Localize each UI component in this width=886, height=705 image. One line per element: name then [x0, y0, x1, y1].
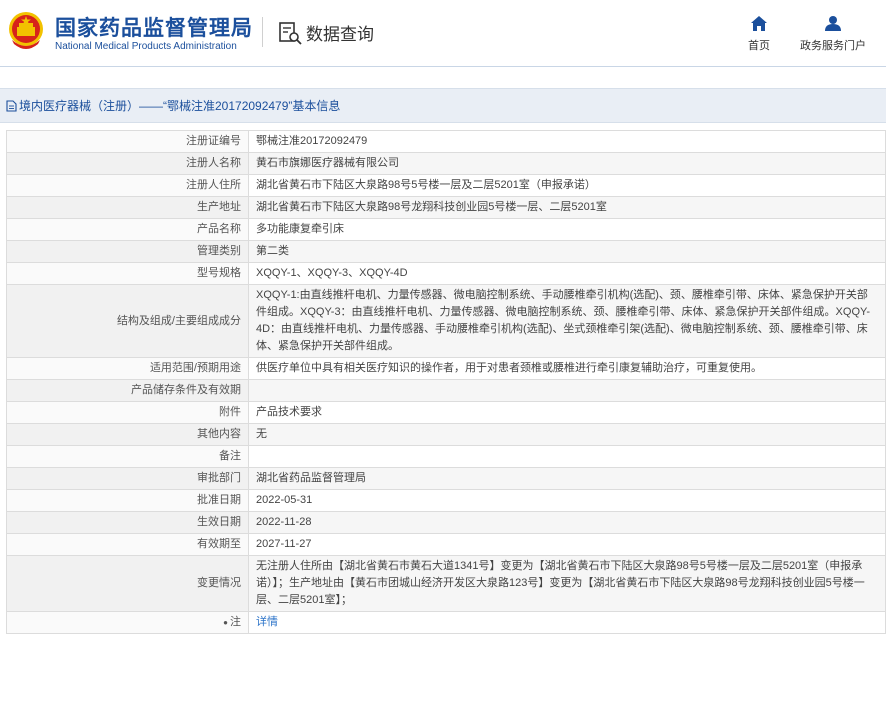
- field-value: 湖北省药品监督管理局: [248, 467, 886, 490]
- field-label: 生效日期: [6, 511, 249, 534]
- field-value: [248, 379, 886, 402]
- field-label: 变更情况: [6, 555, 249, 612]
- note-label-cell: ● 注: [6, 611, 249, 634]
- nav-home[interactable]: 首页: [746, 16, 772, 53]
- field-label: 产品名称: [6, 218, 249, 241]
- org-name-en: National Medical Products Administration: [55, 41, 237, 52]
- breadcrumb: 境内医疗器械（注册）——“鄂械注准20172092479”基本信息: [0, 88, 886, 123]
- table-row: 备注: [6, 445, 886, 468]
- note-label: 注: [230, 616, 241, 628]
- table-row: 注册人住所 湖北省黄石市下陆区大泉路98号5号楼一层及二层5201室（申报承诺）: [6, 174, 886, 197]
- home-icon: [751, 16, 767, 31]
- table-row: 型号规格 XQQY-1、XQQY-3、XQQY-4D: [6, 262, 886, 285]
- national-emblem-icon: [9, 12, 43, 49]
- document-icon: [6, 99, 17, 112]
- field-value: 无注册人住所由【湖北省黄石市黄石大道1341号】变更为【湖北省黄石市下陆区大泉路…: [248, 555, 886, 612]
- field-value: XQQY-1:由直线推杆电机、力量传感器、微电脑控制系统、手动腰椎牵引机构(选配…: [248, 284, 886, 358]
- user-icon: [825, 16, 841, 31]
- table-row: 生效日期 2022-11-28: [6, 511, 886, 534]
- table-row: 管理类别 第二类: [6, 240, 886, 263]
- field-label: 审批部门: [6, 467, 249, 490]
- field-value: [248, 445, 886, 468]
- table-row: 产品储存条件及有效期: [6, 379, 886, 402]
- details-link[interactable]: 详情: [256, 616, 278, 628]
- field-label: 结构及组成/主要组成成分: [6, 284, 249, 358]
- field-value: 湖北省黄石市下陆区大泉路98号龙翔科技创业园5号楼一层、二层5201室: [248, 196, 886, 219]
- data-query-link[interactable]: 数据查询: [278, 20, 374, 45]
- registration-info-table: 注册证编号 鄂械注准20172092479 注册人名称 黄石市旗娜医疗器械有限公司 注册…: [6, 130, 886, 634]
- field-label: 注册人住所: [6, 174, 249, 197]
- table-row: 注册证编号 鄂械注准20172092479: [6, 130, 886, 153]
- breadcrumb-text: 境内医疗器械（注册）——“鄂械注准20172092479”基本信息: [19, 99, 341, 113]
- field-label: 型号规格: [6, 262, 249, 285]
- field-value: 2027-11-27: [248, 533, 886, 556]
- site-header: 国家药品监督管理局 National Medical Products Admi…: [0, 0, 886, 67]
- document-search-icon: [279, 21, 302, 45]
- table-row: 结构及组成/主要组成成分 XQQY-1:由直线推杆电机、力量传感器、微电脑控制系统…: [6, 284, 886, 358]
- nav-home-label: 首页: [748, 40, 770, 52]
- field-value: 鄂械注准20172092479: [248, 130, 886, 153]
- field-value: 无: [248, 423, 886, 446]
- table-row: 生产地址 湖北省黄石市下陆区大泉路98号龙翔科技创业园5号楼一层、二层5201室: [6, 196, 886, 219]
- pin-icon: ●: [223, 618, 228, 627]
- field-value: XQQY-1、XQQY-3、XQQY-4D: [248, 262, 886, 285]
- field-label: 批准日期: [6, 489, 249, 512]
- field-label: 适用范围/预期用途: [6, 357, 249, 380]
- note-value-cell: 详情: [248, 611, 886, 634]
- field-value: 2022-05-31: [248, 489, 886, 512]
- nav-service-portal-label: 政务服务门户: [800, 40, 866, 52]
- field-label: 注册证编号: [6, 130, 249, 153]
- data-query-label: 数据查询: [306, 25, 374, 44]
- table-row: 变更情况 无注册人住所由【湖北省黄石市黄石大道1341号】变更为【湖北省黄石市下陆…: [6, 555, 886, 612]
- field-value: 湖北省黄石市下陆区大泉路98号5号楼一层及二层5201室（申报承诺）: [248, 174, 886, 197]
- field-label: 其他内容: [6, 423, 249, 446]
- field-label: 注册人名称: [6, 152, 249, 175]
- field-label: 备注: [6, 445, 249, 468]
- field-label: 附件: [6, 401, 249, 424]
- table-row: 附件 产品技术要求: [6, 401, 886, 424]
- field-value: 2022-11-28: [248, 511, 886, 534]
- field-value: 产品技术要求: [248, 401, 886, 424]
- table-row: 批准日期 2022-05-31: [6, 489, 886, 512]
- table-row: 有效期至 2027-11-27: [6, 533, 886, 556]
- nav-service-portal[interactable]: 政务服务门户: [800, 16, 866, 53]
- table-row: 产品名称 多功能康复牵引床: [6, 218, 886, 241]
- field-value: 第二类: [248, 240, 886, 263]
- table-row: 注册人名称 黄石市旗娜医疗器械有限公司: [6, 152, 886, 175]
- field-label: 产品储存条件及有效期: [6, 379, 249, 402]
- field-value: 供医疗单位中具有相关医疗知识的操作者，用于对患者颈椎或腰椎进行牵引康复辅助治疗，…: [248, 357, 886, 380]
- header-divider: [262, 17, 263, 47]
- org-name-cn: 国家药品监督管理局: [55, 17, 253, 40]
- note-row: ● 注详情: [6, 611, 886, 634]
- field-value: 黄石市旗娜医疗器械有限公司: [248, 152, 886, 175]
- field-label: 有效期至: [6, 533, 249, 556]
- field-value: 多功能康复牵引床: [248, 218, 886, 241]
- table-row: 其他内容无: [6, 423, 886, 446]
- field-label: 管理类别: [6, 240, 249, 263]
- field-label: 生产地址: [6, 196, 249, 219]
- table-row: 适用范围/预期用途 供医疗单位中具有相关医疗知识的操作者，用于对患者颈椎或腰椎进行…: [6, 357, 886, 380]
- table-row: 审批部门 湖北省药品监督管理局: [6, 467, 886, 490]
